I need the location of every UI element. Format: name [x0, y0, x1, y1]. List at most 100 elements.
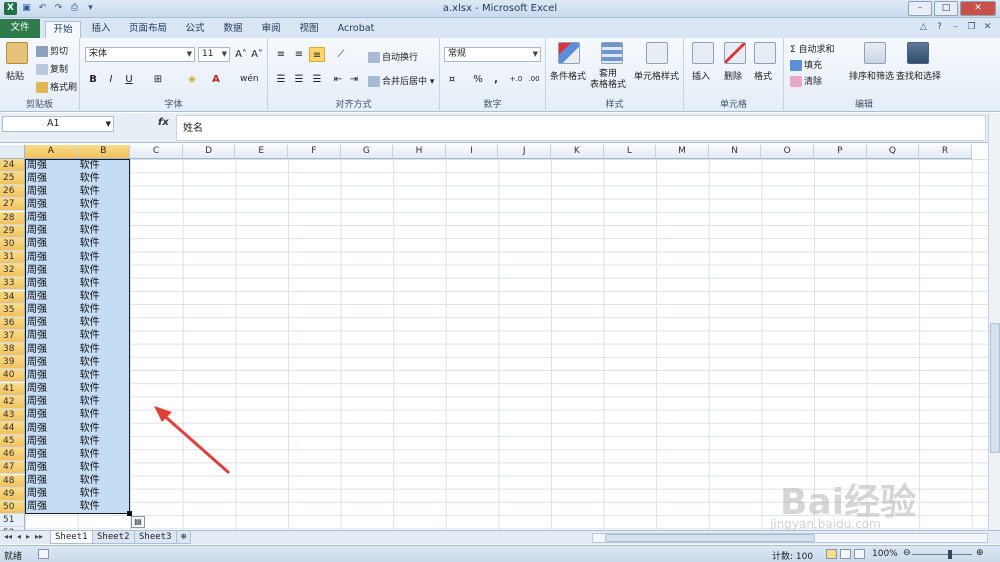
cell-a[interactable]: 周强: [27, 212, 47, 224]
close-button[interactable]: ✕: [960, 1, 996, 16]
cell-b[interactable]: 软件: [80, 265, 100, 277]
page-break-view-icon[interactable]: [854, 549, 865, 559]
row-header[interactable]: 36: [0, 316, 25, 330]
cell-b[interactable]: 软件: [80, 475, 100, 487]
row-header[interactable]: 40: [0, 369, 25, 383]
format-as-table-icon[interactable]: [601, 42, 623, 64]
align-center-icon[interactable]: ☰: [291, 72, 307, 87]
copy-button[interactable]: 复制: [36, 62, 68, 75]
format-cells-button[interactable]: 格式: [754, 69, 772, 82]
insert-cells-icon[interactable]: [692, 42, 714, 64]
zoom-slider[interactable]: [912, 550, 972, 559]
page-layout-view-icon[interactable]: [840, 549, 851, 559]
cell-b[interactable]: 软件: [80, 173, 100, 185]
row-header[interactable]: 45: [0, 435, 25, 449]
cell-a[interactable]: 周强: [27, 304, 47, 316]
column-header-d[interactable]: D: [182, 145, 236, 159]
new-sheet-icon[interactable]: ⊕: [176, 531, 192, 544]
font-size-select[interactable]: 11 ▼: [198, 47, 230, 62]
cell-a[interactable]: 周强: [27, 488, 47, 500]
cell-a[interactable]: 周强: [27, 344, 47, 356]
tab-file[interactable]: 文件: [0, 19, 40, 38]
help-icon[interactable]: ?: [933, 21, 946, 34]
cell-b[interactable]: 软件: [80, 383, 100, 395]
cell-a[interactable]: 周强: [27, 383, 47, 395]
wrap-text-button[interactable]: 自动换行: [368, 50, 418, 63]
row-header[interactable]: 48: [0, 474, 25, 488]
clear-button[interactable]: 清除: [790, 74, 822, 87]
column-header-q[interactable]: Q: [866, 145, 920, 159]
paste-button[interactable]: 粘贴: [6, 69, 24, 82]
cell-a[interactable]: 周强: [27, 278, 47, 290]
cell-b[interactable]: 软件: [80, 423, 100, 435]
cell-a[interactable]: 周强: [27, 186, 47, 198]
cell-b[interactable]: 软件: [80, 199, 100, 211]
conditional-format-button[interactable]: 条件格式: [550, 69, 586, 82]
column-header-n[interactable]: N: [708, 145, 762, 159]
font-color-icon[interactable]: A: [208, 72, 224, 87]
insert-function-button[interactable]: fx: [158, 117, 169, 128]
phonetic-button[interactable]: wén: [240, 74, 259, 84]
border-icon[interactable]: ⊞: [150, 72, 166, 87]
row-header[interactable]: 34: [0, 290, 25, 304]
align-right-icon[interactable]: ☰: [309, 72, 325, 87]
cell-b[interactable]: 软件: [80, 212, 100, 224]
cell-styles-icon[interactable]: [646, 42, 668, 64]
shrink-font-icon[interactable]: A˅: [249, 47, 265, 62]
row-header[interactable]: 27: [0, 198, 25, 212]
cell-b[interactable]: 软件: [80, 252, 100, 264]
column-header-j[interactable]: J: [498, 145, 551, 159]
cell-a[interactable]: 周强: [27, 199, 47, 211]
column-header-a[interactable]: A: [25, 145, 78, 159]
row-header[interactable]: 24: [0, 159, 25, 172]
column-header-f[interactable]: F: [288, 145, 341, 159]
column-header-k[interactable]: K: [551, 145, 604, 159]
cell-a[interactable]: 周强: [27, 423, 47, 435]
cell-a[interactable]: 周强: [27, 449, 47, 461]
last-sheet-icon[interactable]: ▸▸: [35, 532, 43, 541]
auto-fill-options-icon[interactable]: ▤: [131, 516, 145, 528]
tab-data[interactable]: 数据: [218, 21, 248, 38]
sheet-tab-2[interactable]: Sheet2: [92, 531, 135, 544]
paste-icon[interactable]: [6, 42, 28, 64]
cell-a[interactable]: 周强: [27, 370, 47, 382]
sort-filter-icon[interactable]: [864, 42, 886, 64]
first-sheet-icon[interactable]: ◂◂: [4, 532, 12, 541]
minimize-ribbon-icon[interactable]: △: [917, 21, 930, 34]
window-restore-icon[interactable]: ❐: [965, 21, 978, 34]
decrease-decimal-icon[interactable]: .00: [526, 72, 542, 87]
column-header-o[interactable]: O: [761, 145, 814, 159]
italic-button[interactable]: I: [103, 72, 119, 87]
font-name-select[interactable]: 宋体 ▼: [85, 47, 195, 62]
row-header[interactable]: 43: [0, 408, 25, 422]
row-header[interactable]: 51: [0, 514, 25, 528]
cell-b[interactable]: 软件: [80, 449, 100, 461]
zoom-level[interactable]: 100%: [872, 549, 898, 559]
cell-b[interactable]: 软件: [80, 186, 100, 198]
row-header[interactable]: 25: [0, 172, 25, 186]
grow-font-icon[interactable]: A˄: [233, 47, 249, 62]
cell-a[interactable]: 周强: [27, 396, 47, 408]
column-header-h[interactable]: H: [393, 145, 446, 159]
tab-acrobat[interactable]: Acrobat: [334, 21, 378, 38]
cell-a[interactable]: 周强: [27, 436, 47, 448]
cell-b[interactable]: 软件: [80, 501, 100, 513]
fill-color-icon[interactable]: ◈: [184, 72, 200, 87]
row-header[interactable]: 41: [0, 382, 25, 396]
window-close-icon[interactable]: ✕: [981, 21, 994, 34]
format-cells-icon[interactable]: [754, 42, 776, 64]
cell-b[interactable]: 软件: [80, 436, 100, 448]
window-minimize-icon[interactable]: –: [949, 21, 962, 34]
column-header-l[interactable]: L: [603, 145, 657, 159]
sheet-tab-3[interactable]: Sheet3: [134, 531, 177, 544]
format-painter-button[interactable]: 格式刷: [36, 80, 77, 93]
cell-b[interactable]: 软件: [80, 225, 100, 237]
column-header-p[interactable]: P: [814, 145, 867, 159]
row-header[interactable]: 42: [0, 395, 25, 409]
cell-a[interactable]: 周强: [27, 330, 47, 342]
row-header[interactable]: 49: [0, 487, 25, 501]
row-header[interactable]: 33: [0, 277, 25, 291]
conditional-format-icon[interactable]: [558, 42, 580, 64]
column-header-g[interactable]: G: [340, 145, 394, 159]
align-bottom-icon[interactable]: ≡: [309, 47, 325, 62]
